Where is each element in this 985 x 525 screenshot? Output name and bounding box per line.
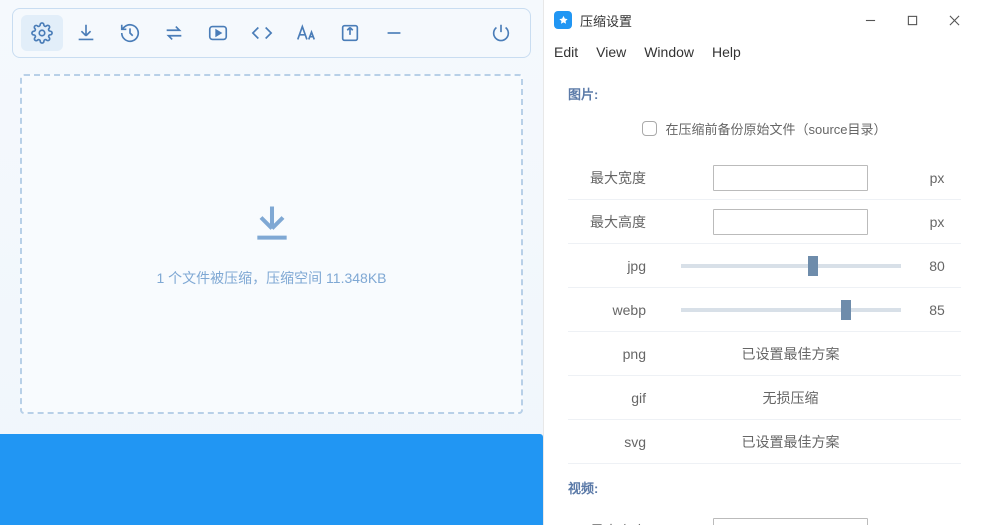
backup-checkbox[interactable] bbox=[642, 121, 657, 136]
code-icon bbox=[251, 22, 273, 44]
titlebar: 压缩设置 bbox=[544, 0, 985, 40]
close-button[interactable] bbox=[933, 6, 975, 34]
row-gif: gif 无损压缩 bbox=[568, 376, 961, 420]
download-large-icon bbox=[250, 201, 294, 248]
maximize-button[interactable] bbox=[891, 6, 933, 34]
play-icon bbox=[207, 22, 229, 44]
row-jpg: jpg 80 bbox=[568, 244, 961, 288]
row-webp: webp 85 bbox=[568, 288, 961, 332]
dropzone-status: 1 个文件被压缩，压缩空间 11.348KB bbox=[156, 268, 386, 288]
video-max-height-input[interactable] bbox=[713, 518, 868, 525]
left-panel: 1 个文件被压缩，压缩空间 11.348KB bbox=[0, 0, 543, 525]
png-label: png bbox=[568, 346, 668, 362]
svg-text: 已设置最佳方案 bbox=[668, 432, 913, 452]
code-button[interactable] bbox=[241, 15, 283, 51]
max-height-label: 最大高度 bbox=[568, 212, 668, 232]
settings-body: 图片: 在压缩前备份原始文件（source目录） 最大宽度 px 最大高度 px… bbox=[544, 68, 985, 525]
menu-window[interactable]: Window bbox=[644, 44, 694, 60]
download-button[interactable] bbox=[65, 15, 107, 51]
jpg-slider[interactable] bbox=[681, 264, 901, 268]
power-icon bbox=[490, 22, 512, 44]
dropzone-container: 1 个文件被压缩，压缩空间 11.348KB bbox=[0, 66, 543, 434]
max-width-label: 最大宽度 bbox=[568, 168, 668, 188]
menu-view[interactable]: View bbox=[596, 44, 626, 60]
webp-slider[interactable] bbox=[681, 308, 901, 312]
settings-button[interactable] bbox=[21, 15, 63, 51]
app-icon bbox=[554, 11, 572, 29]
font-button[interactable] bbox=[285, 15, 327, 51]
section-video: 视频: bbox=[568, 478, 961, 497]
play-button[interactable] bbox=[197, 15, 239, 51]
bottom-bar bbox=[0, 434, 543, 525]
webp-slider-thumb[interactable] bbox=[841, 300, 851, 320]
webp-value: 85 bbox=[913, 302, 961, 318]
row-max-width: 最大宽度 px bbox=[568, 156, 961, 200]
gif-text: 无损压缩 bbox=[668, 388, 913, 408]
window-controls bbox=[849, 6, 975, 34]
menu-edit[interactable]: Edit bbox=[554, 44, 578, 60]
history-icon bbox=[119, 22, 141, 44]
png-text: 已设置最佳方案 bbox=[668, 344, 913, 364]
menu-help[interactable]: Help bbox=[712, 44, 741, 60]
row-max-height: 最大高度 px bbox=[568, 200, 961, 244]
row-png: png 已设置最佳方案 bbox=[568, 332, 961, 376]
section-image: 图片: bbox=[568, 84, 961, 103]
svg-label: svg bbox=[568, 434, 668, 450]
minus-icon bbox=[383, 22, 405, 44]
jpg-label: jpg bbox=[568, 258, 668, 274]
backup-label: 在压缩前备份原始文件（source目录） bbox=[665, 119, 886, 138]
history-button[interactable] bbox=[109, 15, 151, 51]
power-button[interactable] bbox=[480, 15, 522, 51]
webp-label: webp bbox=[568, 302, 668, 318]
swap-icon bbox=[163, 22, 185, 44]
max-width-input[interactable] bbox=[713, 165, 868, 191]
gif-label: gif bbox=[568, 390, 668, 406]
backup-row: 在压缩前备份原始文件（source目录） bbox=[568, 115, 961, 156]
jpg-slider-thumb[interactable] bbox=[808, 256, 818, 276]
max-height-input[interactable] bbox=[713, 209, 868, 235]
gear-icon bbox=[31, 22, 53, 44]
jpg-value: 80 bbox=[913, 258, 961, 274]
share-icon bbox=[339, 22, 361, 44]
toolbar bbox=[12, 8, 531, 58]
share-button[interactable] bbox=[329, 15, 371, 51]
row-svg: svg 已设置最佳方案 bbox=[568, 420, 961, 464]
download-icon bbox=[75, 22, 97, 44]
max-height-suffix: px bbox=[913, 214, 961, 230]
menubar: Edit View Window Help bbox=[544, 40, 985, 68]
settings-window: 压缩设置 Edit View Window Help 图片: 在压缩前备份原始文… bbox=[543, 0, 985, 525]
video-max-height-label: 最大高度 bbox=[568, 521, 668, 525]
minimize-button[interactable] bbox=[849, 6, 891, 34]
row-video-max-height: 最大高度 bbox=[568, 509, 961, 525]
swap-button[interactable] bbox=[153, 15, 195, 51]
font-icon bbox=[295, 22, 317, 44]
dropzone[interactable]: 1 个文件被压缩，压缩空间 11.348KB bbox=[20, 74, 523, 414]
window-title: 压缩设置 bbox=[580, 11, 632, 30]
minimize-toolbar-button[interactable] bbox=[373, 15, 415, 51]
max-width-suffix: px bbox=[913, 170, 961, 186]
